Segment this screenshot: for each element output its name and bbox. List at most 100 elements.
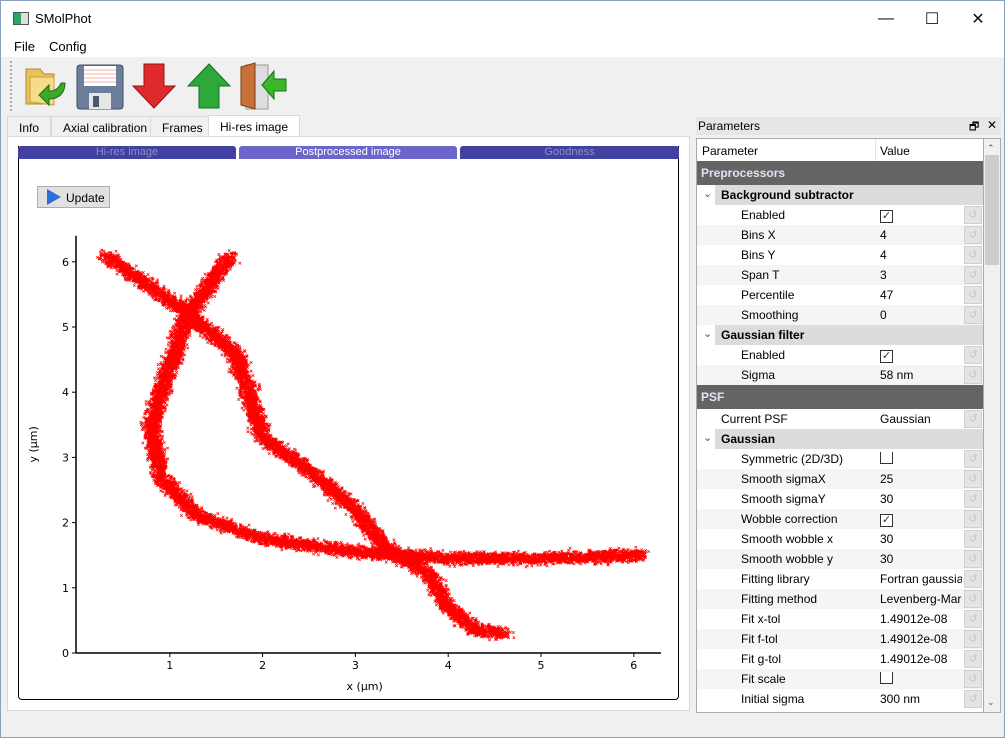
reset-icon[interactable]: ↺ bbox=[964, 206, 982, 224]
parameter-row[interactable]: Smooth sigmaY 30 ↺ bbox=[697, 489, 983, 509]
group-row[interactable]: ⌄ Gaussian filter bbox=[697, 325, 983, 345]
save-icon[interactable] bbox=[75, 61, 125, 111]
exit-door-icon[interactable] bbox=[238, 61, 288, 111]
parameter-row[interactable]: Current PSF Gaussian ↺ bbox=[697, 409, 983, 429]
section-row[interactable]: Preprocessors bbox=[697, 161, 983, 185]
parameter-row[interactable]: Percentile 47 ↺ bbox=[697, 285, 983, 305]
tab-axial-calibration[interactable]: Axial calibration bbox=[51, 116, 160, 137]
parameter-value[interactable]: 47 bbox=[880, 288, 962, 302]
parameter-row[interactable]: Fit f-tol 1.49012e-08 ↺ bbox=[697, 629, 983, 649]
close-button[interactable]: ✕ bbox=[955, 1, 1001, 37]
tab-hi-res-image[interactable]: Hi-res image bbox=[208, 115, 301, 137]
parameter-row[interactable]: Sigma 58 nm ↺ bbox=[697, 365, 983, 385]
reset-icon[interactable]: ↺ bbox=[964, 450, 982, 468]
subtab-postprocessed-image[interactable]: Postprocessed image bbox=[239, 146, 457, 159]
scroll-thumb[interactable] bbox=[985, 155, 999, 265]
parameter-row[interactable]: Span T 3 ↺ bbox=[697, 265, 983, 285]
parameter-row[interactable]: Smooth sigmaX 25 ↺ bbox=[697, 469, 983, 489]
maximize-button[interactable]: ☐ bbox=[909, 1, 955, 37]
parameter-value[interactable]: 4 bbox=[880, 248, 962, 262]
parameter-value[interactable]: 0 bbox=[880, 308, 962, 322]
reset-icon[interactable]: ↺ bbox=[964, 286, 982, 304]
section-row[interactable]: PSF bbox=[697, 385, 983, 409]
group-row[interactable]: ⌄ Gaussian bbox=[697, 429, 983, 449]
parameter-row[interactable]: Enabled ✓ ↺ bbox=[697, 205, 983, 225]
parameter-row[interactable]: Bins X 4 ↺ bbox=[697, 225, 983, 245]
minimize-button[interactable]: — bbox=[863, 1, 909, 37]
column-value[interactable]: Value bbox=[880, 144, 910, 158]
parameter-row[interactable]: Initial sigma 300 nm ↺ bbox=[697, 689, 983, 709]
parameter-row[interactable]: Bins Y 4 ↺ bbox=[697, 245, 983, 265]
reset-icon[interactable]: ↺ bbox=[964, 346, 982, 364]
group-row[interactable]: ⌄ Background subtractor bbox=[697, 185, 983, 205]
parameter-value[interactable]: 300 nm bbox=[880, 692, 962, 706]
column-parameter[interactable]: Parameter bbox=[702, 144, 758, 158]
parameter-row[interactable]: Symmetric (2D/3D) ↺ bbox=[697, 449, 983, 469]
chevron-down-icon[interactable]: ⌄ bbox=[703, 327, 712, 340]
subtab-goodness[interactable]: Goodness bbox=[460, 146, 679, 159]
chevron-down-icon[interactable]: ⌄ bbox=[703, 431, 712, 444]
scroll-down-icon[interactable]: ⌄ bbox=[987, 697, 995, 708]
parameter-row[interactable]: Fitting method Levenberg-Marquardt↺ bbox=[697, 589, 983, 609]
menu-config[interactable]: Config bbox=[49, 39, 87, 54]
parameter-value[interactable]: 3 bbox=[880, 268, 962, 282]
reset-icon[interactable]: ↺ bbox=[964, 510, 982, 528]
parameter-value[interactable]: 25 bbox=[880, 472, 962, 486]
parameter-value[interactable]: Gaussian bbox=[880, 412, 962, 426]
parameter-value[interactable]: 1.49012e-08 bbox=[880, 632, 962, 646]
update-button[interactable]: Update bbox=[37, 186, 110, 208]
parameter-row[interactable]: Smoothing 0 ↺ bbox=[697, 305, 983, 325]
reset-icon[interactable]: ↺ bbox=[964, 226, 982, 244]
reset-icon[interactable]: ↺ bbox=[964, 630, 982, 648]
open-icon[interactable] bbox=[21, 61, 71, 111]
checkbox[interactable]: ✓ bbox=[880, 348, 962, 363]
parameter-row[interactable]: Enabled ✓ ↺ bbox=[697, 345, 983, 365]
parameter-value[interactable]: 58 nm bbox=[880, 368, 962, 382]
parameter-row[interactable]: Fit g-tol 1.49012e-08 ↺ bbox=[697, 649, 983, 669]
parameter-row[interactable]: Fit scale ↺ bbox=[697, 669, 983, 689]
toolbar-grip[interactable] bbox=[10, 61, 13, 111]
checkbox[interactable] bbox=[880, 452, 962, 467]
parameter-value[interactable]: 30 bbox=[880, 552, 962, 566]
menu-file[interactable]: File bbox=[14, 39, 35, 54]
reset-icon[interactable]: ↺ bbox=[964, 650, 982, 668]
parameter-value[interactable]: Fortran gaussian bbox=[880, 572, 962, 586]
float-icon[interactable]: 🗗 bbox=[969, 118, 979, 137]
parameter-value[interactable]: 30 bbox=[880, 532, 962, 546]
reset-icon[interactable]: ↺ bbox=[964, 266, 982, 284]
reset-icon[interactable]: ↺ bbox=[964, 246, 982, 264]
checkbox[interactable]: ✓ bbox=[880, 512, 962, 527]
tab-frames[interactable]: Frames bbox=[150, 116, 215, 137]
parameter-row[interactable]: Smooth wobble y 30 ↺ bbox=[697, 549, 983, 569]
parameter-row[interactable]: Wobble correction ✓ ↺ bbox=[697, 509, 983, 529]
parameter-value[interactable]: 1.49012e-08 bbox=[880, 612, 962, 626]
scroll-up-icon[interactable]: ⌃ bbox=[987, 143, 995, 154]
reset-icon[interactable]: ↺ bbox=[964, 690, 982, 708]
tree-scrollbar[interactable]: ⌃ ⌄ bbox=[984, 138, 1001, 713]
arrow-down-icon[interactable] bbox=[129, 61, 179, 111]
reset-icon[interactable]: ↺ bbox=[964, 366, 982, 384]
reset-icon[interactable]: ↺ bbox=[964, 610, 982, 628]
reset-icon[interactable]: ↺ bbox=[964, 470, 982, 488]
subtab-hi-res-image[interactable]: Hi-res image bbox=[18, 146, 236, 159]
reset-icon[interactable]: ↺ bbox=[964, 530, 982, 548]
parameter-value[interactable]: 4 bbox=[880, 228, 962, 242]
checkbox[interactable]: ✓ bbox=[880, 208, 962, 223]
chevron-down-icon[interactable]: ⌄ bbox=[703, 187, 712, 200]
reset-icon[interactable]: ↺ bbox=[964, 590, 982, 608]
reset-icon[interactable]: ↺ bbox=[964, 570, 982, 588]
reset-icon[interactable]: ↺ bbox=[964, 670, 982, 688]
reset-icon[interactable]: ↺ bbox=[964, 306, 982, 324]
parameter-value[interactable]: 30 bbox=[880, 492, 962, 506]
parameter-row[interactable]: Smooth wobble x 30 ↺ bbox=[697, 529, 983, 549]
reset-icon[interactable]: ↺ bbox=[964, 550, 982, 568]
arrow-up-icon[interactable] bbox=[184, 61, 234, 111]
parameter-value[interactable]: Levenberg-Marquardt bbox=[880, 592, 962, 606]
checkbox[interactable] bbox=[880, 672, 962, 687]
parameter-value[interactable]: 1.49012e-08 bbox=[880, 652, 962, 666]
parameter-row[interactable]: Fit x-tol 1.49012e-08 ↺ bbox=[697, 609, 983, 629]
reset-icon[interactable]: ↺ bbox=[964, 410, 982, 428]
reset-icon[interactable]: ↺ bbox=[964, 490, 982, 508]
dock-close-icon[interactable]: ✕ bbox=[987, 118, 997, 132]
tab-info[interactable]: Info bbox=[7, 116, 52, 137]
